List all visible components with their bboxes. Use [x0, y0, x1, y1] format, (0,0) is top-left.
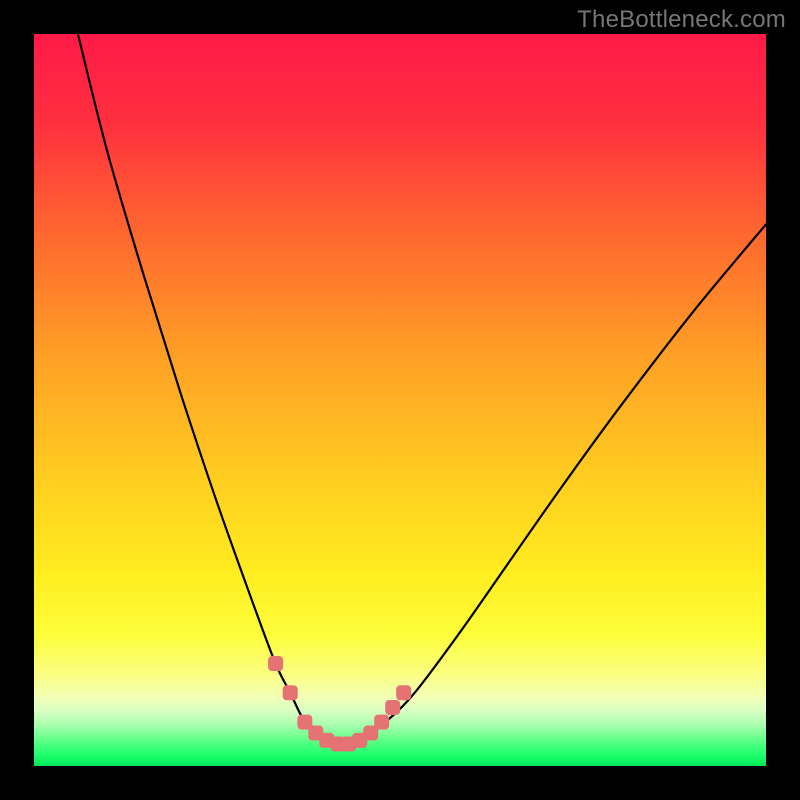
marker-point: [268, 656, 283, 671]
marker-point: [283, 685, 298, 700]
watermark-text: TheBottleneck.com: [577, 6, 786, 34]
highlighted-markers: [34, 34, 766, 766]
marker-point: [374, 715, 389, 730]
chart-frame: TheBottleneck.com: [0, 0, 800, 800]
marker-point: [396, 685, 411, 700]
plot-area: [34, 34, 766, 766]
marker-point: [385, 700, 400, 715]
